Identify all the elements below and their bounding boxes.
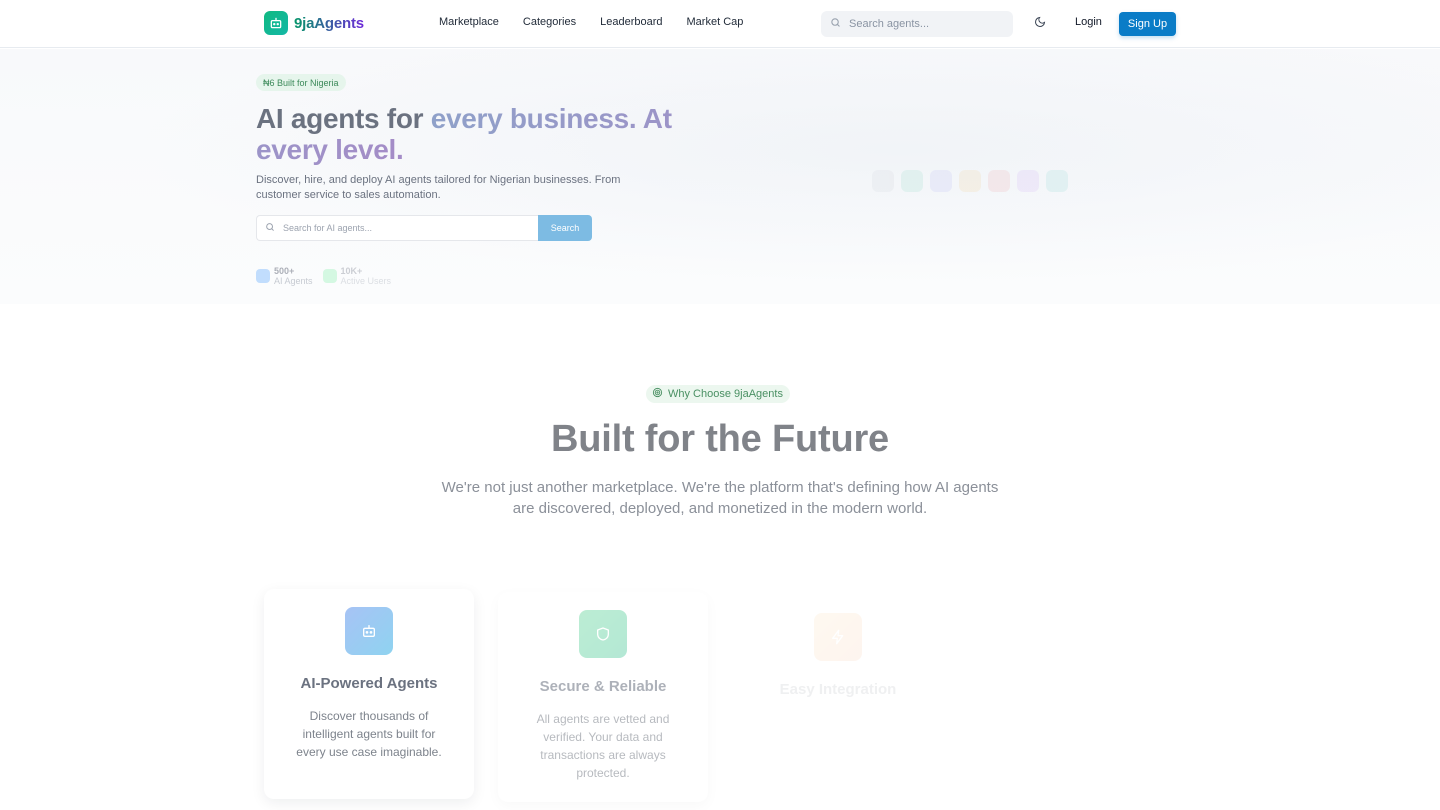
hero-section xyxy=(0,49,1440,304)
theme-toggle-button[interactable] xyxy=(1030,14,1050,34)
nav-market-cap[interactable]: Market Cap xyxy=(687,16,744,28)
brand-name: 9jaAgents xyxy=(294,14,364,32)
stat-users: 10K+ Active Users xyxy=(322,266,392,286)
hero-subtext: Discover, hire, and deploy AI agents tai… xyxy=(256,174,621,201)
brand-logo[interactable]: 9jaAgents xyxy=(264,11,364,35)
nav-leaderboard[interactable]: Leaderboard xyxy=(600,16,662,28)
top-navigation-bar: 9jaAgents Marketplace Categories Leaderb… xyxy=(0,0,1440,48)
feature-card-ai-agents: AI-Powered Agents Discover thousands of … xyxy=(264,589,474,799)
search-icon xyxy=(265,219,275,237)
shield-icon xyxy=(579,610,627,658)
stat-value: 10K+ xyxy=(340,266,363,276)
search-icon xyxy=(830,15,841,33)
header-search-input[interactable] xyxy=(849,18,999,30)
stat-label: AI Agents xyxy=(274,276,313,286)
built-for-nigeria-badge: ₦6 Built for Nigeria xyxy=(256,74,346,91)
target-icon xyxy=(652,387,663,401)
robot-icon xyxy=(345,607,393,655)
users-icon xyxy=(322,269,337,283)
section-subtitle: We're not just another marketplace. We'r… xyxy=(441,479,999,517)
card-title: Easy Integration xyxy=(779,681,897,698)
headline-plain: AI agents for xyxy=(256,103,431,134)
feature-card-integration: Easy Integration xyxy=(733,595,943,805)
nav-marketplace[interactable]: Marketplace xyxy=(439,16,499,28)
card-title: AI-Powered Agents xyxy=(300,675,438,692)
hero-search-input[interactable] xyxy=(283,223,523,233)
moon-icon xyxy=(1034,15,1046,33)
hero-search-bar: Search xyxy=(256,215,592,241)
hero-search-button[interactable]: Search xyxy=(538,215,592,241)
hero-stats: 500+ AI Agents 10K+ Active Users xyxy=(256,266,391,286)
section-title: Built for the Future xyxy=(551,418,889,460)
stat-agents: 500+ AI Agents xyxy=(256,266,313,286)
card-title: Secure & Reliable xyxy=(539,678,667,695)
hero-headline: AI agents for every business. At every l… xyxy=(256,103,716,165)
stat-label: Active Users xyxy=(340,276,392,286)
lightning-icon xyxy=(814,613,862,661)
feature-card-secure: Secure & Reliable All agents are vetted … xyxy=(498,592,708,802)
main-nav: Marketplace Categories Leaderboard Marke… xyxy=(439,16,743,28)
why-badge-label: Why Choose 9jaAgents xyxy=(668,388,783,400)
signup-button[interactable]: Sign Up xyxy=(1119,12,1176,36)
header-search xyxy=(821,11,1013,37)
category-icons-faded xyxy=(872,170,1068,192)
bot-icon xyxy=(256,269,270,283)
hero-search-field xyxy=(256,215,538,241)
robot-icon xyxy=(264,11,288,35)
nav-categories[interactable]: Categories xyxy=(523,16,576,28)
card-description: Discover thousands of intelligent agents… xyxy=(296,709,442,759)
why-choose-badge: Why Choose 9jaAgents xyxy=(646,385,790,403)
card-description: All agents are vetted and verified. Your… xyxy=(536,712,670,780)
stat-value: 500+ xyxy=(274,266,295,276)
login-button[interactable]: Login xyxy=(1075,16,1102,28)
